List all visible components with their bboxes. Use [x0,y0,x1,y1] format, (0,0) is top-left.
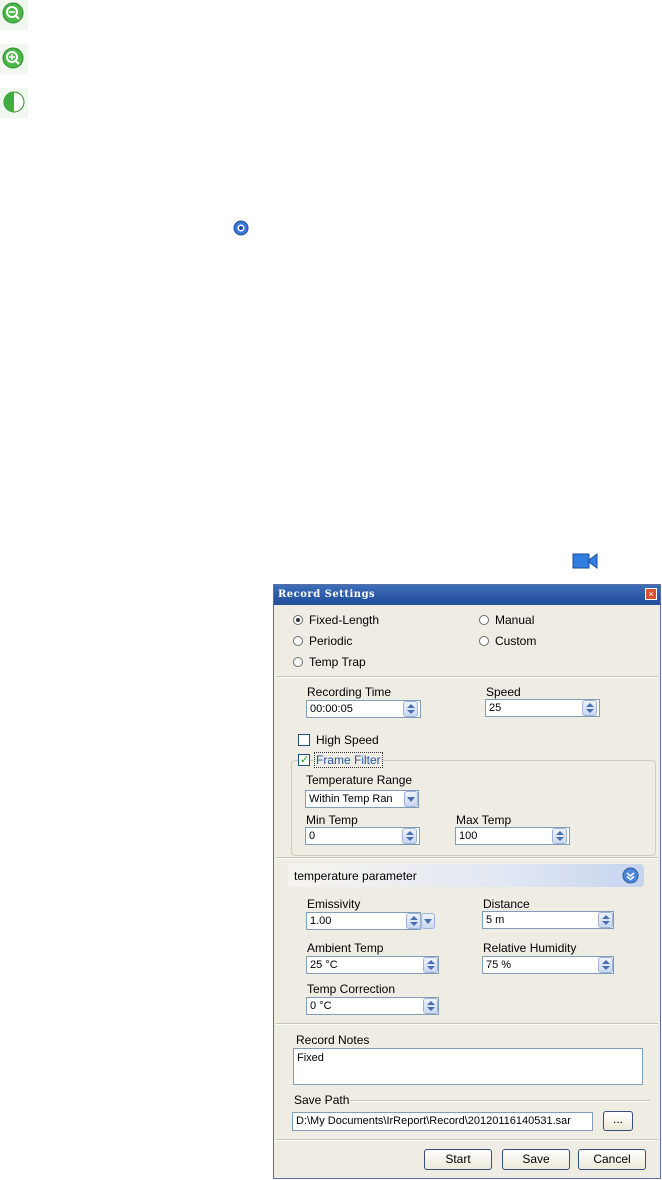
fixed-length-label: Fixed-Length [309,613,380,627]
distance-input[interactable]: 5 m [482,911,614,929]
emissivity-label: Emissivity [307,897,361,911]
video-camera-icon[interactable] [571,551,599,571]
radio-periodic[interactable] [293,636,303,646]
periodic-label: Periodic [309,634,353,648]
record-notes-textarea[interactable]: Fixed [293,1048,643,1085]
distance-spinner[interactable] [598,912,613,928]
recording-time-label: Recording Time [307,685,392,699]
separator [276,1023,658,1025]
relative-humidity-spinner[interactable] [598,957,613,973]
ambient-temp-input[interactable]: 25 °C [306,956,439,974]
max-temp-label: Max Temp [456,813,512,827]
save-button[interactable]: Save [502,1149,570,1170]
half-circle-icon[interactable] [0,88,28,118]
temp-correction-spinner[interactable] [423,998,438,1014]
temperature-range-select[interactable]: Within Temp Ran [305,790,419,808]
speed-spinner[interactable] [582,700,597,716]
record-settings-dialog: Record Settings × Fixed-Length Manual Pe… [273,584,661,1179]
temperature-parameter-header[interactable]: temperature parameter [288,864,644,887]
radio-manual[interactable] [479,615,489,625]
frame-filter-checkbox[interactable] [298,753,310,766]
temp-correction-label: Temp Correction [307,982,396,996]
radio-temp-trap[interactable] [293,657,303,667]
cancel-button[interactable]: Cancel [578,1149,646,1170]
custom-label: Custom [495,634,537,648]
settings-gear-icon[interactable] [232,219,250,237]
min-temp-spinner[interactable] [402,828,417,844]
browse-button[interactable]: ... [603,1111,633,1131]
separator [276,1139,658,1141]
record-notes-label: Record Notes [296,1033,370,1047]
recording-time-spinner[interactable] [403,701,418,717]
temp-trap-label: Temp Trap [309,655,366,669]
min-temp-label: Min Temp [306,813,358,827]
save-path-label: Save Path [294,1093,350,1107]
separator [350,1100,650,1102]
ambient-temp-label: Ambient Temp [307,941,384,955]
temperature-range-label: Temperature Range [306,773,413,787]
frame-filter-label[interactable]: Frame Filter [314,752,383,768]
ambient-temp-spinner[interactable] [423,957,438,973]
separator [276,676,658,678]
radio-fixed-length[interactable] [293,615,303,625]
manual-label: Manual [495,613,535,627]
speed-label: Speed [486,685,521,699]
high-speed-label: High Speed [316,733,379,747]
chevron-down-icon[interactable] [404,791,418,807]
dialog-title: Record Settings [278,589,376,600]
temperature-parameter-title: temperature parameter [294,869,417,883]
zoom-out-icon[interactable] [0,0,28,30]
radio-custom[interactable] [479,636,489,646]
close-icon[interactable]: × [645,588,657,600]
separator [276,857,658,859]
high-speed-checkbox[interactable] [298,734,310,746]
zoom-in-icon[interactable] [0,44,28,74]
collapse-chevron-icon[interactable] [622,867,639,884]
distance-label: Distance [483,897,530,911]
save-path-input[interactable]: D:\My Documents\IrReport\Record\20120116… [292,1112,593,1131]
emissivity-dropdown-icon[interactable] [421,913,435,929]
start-button[interactable]: Start [424,1149,492,1170]
temp-correction-input[interactable]: 0 °C [306,997,439,1015]
emissivity-input[interactable]: 1.00 [306,912,421,930]
relative-humidity-input[interactable]: 75 % [482,956,614,974]
max-temp-spinner[interactable] [552,828,567,844]
relative-humidity-label: Relative Humidity [483,941,577,955]
emissivity-spinner[interactable] [406,913,421,929]
dialog-title-bar[interactable]: Record Settings × [274,585,660,605]
